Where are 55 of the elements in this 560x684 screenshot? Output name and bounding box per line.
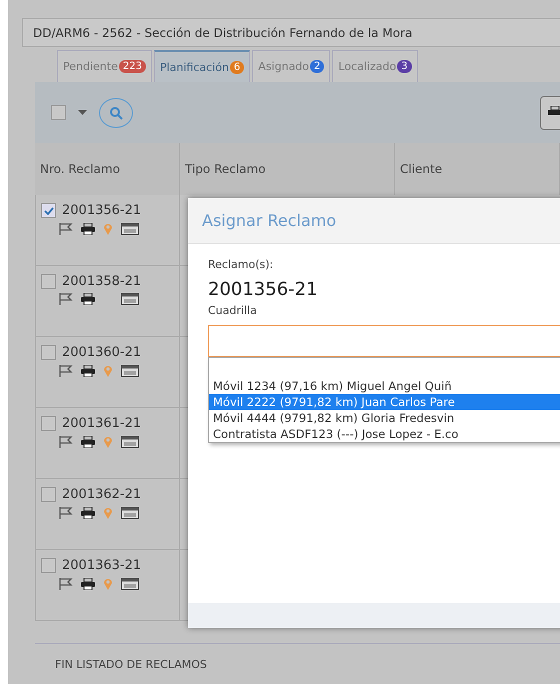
- row-checkbox[interactable]: [41, 203, 56, 218]
- flag-icon[interactable]: [59, 293, 73, 305]
- claim-number: 2001356-21: [62, 203, 142, 218]
- card-icon[interactable]: [121, 293, 139, 305]
- printer-icon[interactable]: [81, 222, 95, 234]
- count-badge: 223: [118, 60, 146, 73]
- field-label: Cuadrilla: [208, 304, 258, 317]
- printer-icon[interactable]: [81, 364, 95, 376]
- claim-number: 2001358-21: [62, 274, 142, 289]
- row-checkbox[interactable]: [41, 558, 56, 573]
- column-header: Cliente: [395, 143, 560, 195]
- card-icon[interactable]: [121, 578, 139, 590]
- crew-input-field[interactable]: [208, 325, 560, 357]
- tab[interactable]: Asignado 2: [252, 50, 330, 82]
- window-title: DD/ARM6 - 2562 - Sección de Distribución Fernando de la Mora: [22, 18, 560, 47]
- tab[interactable]: Localizado 3: [332, 50, 418, 82]
- caret-icon[interactable]: [78, 110, 87, 115]
- row-checkbox[interactable]: [41, 345, 56, 360]
- list-end-text: FIN LISTADO DE RECLAMOS: [35, 643, 560, 671]
- card-icon[interactable]: [121, 506, 139, 518]
- column-header: Nro. Reclamo: [35, 143, 180, 195]
- card-icon[interactable]: [121, 364, 139, 376]
- claim-number: 2001362-21: [62, 487, 142, 502]
- count-badge: 6: [230, 60, 244, 74]
- row-checkbox[interactable]: [41, 274, 56, 289]
- flag-icon[interactable]: [59, 436, 73, 448]
- claim-number: 2001356-21: [208, 279, 319, 300]
- printer-icon[interactable]: [81, 436, 95, 448]
- dialog-title: Asignar Reclamo: [188, 198, 560, 244]
- card-icon[interactable]: [121, 222, 139, 234]
- checkmark-icon: [44, 206, 54, 214]
- flag-icon[interactable]: [59, 222, 73, 234]
- row-checkbox[interactable]: [41, 487, 56, 502]
- printer-icon[interactable]: [81, 578, 95, 590]
- tab[interactable]: Pendiente 223: [57, 50, 152, 82]
- column-header: Tipo Reclamo: [180, 143, 395, 195]
- select-all-checkbox[interactable]: [51, 105, 66, 120]
- dropdown-option[interactable]: Móvil 2222 (9791,82 km) Juan Carlos Pare: [209, 394, 560, 410]
- card-icon[interactable]: [121, 436, 139, 448]
- claim-number: 2001360-21: [62, 345, 142, 360]
- flag-icon[interactable]: [59, 578, 73, 590]
- dropdown-option[interactable]: Contratista ASDF123 (---) Jose Lopez - E.co: [209, 426, 560, 442]
- flag-icon[interactable]: [59, 364, 73, 376]
- tab[interactable]: Planificación 6: [154, 50, 250, 82]
- count-badge: 2: [310, 60, 324, 73]
- field-label: Reclamo(s):: [208, 258, 274, 271]
- search-icon: [109, 106, 123, 120]
- flag-icon[interactable]: [59, 506, 73, 518]
- count-badge: 3: [397, 60, 412, 73]
- row-checkbox[interactable]: [41, 416, 56, 431]
- claim-number: 2001363-21: [62, 558, 142, 573]
- printer-icon[interactable]: [81, 293, 95, 305]
- printer-icon: [548, 106, 560, 118]
- printer-icon[interactable]: [81, 506, 95, 518]
- claim-number: 2001361-21: [62, 416, 142, 431]
